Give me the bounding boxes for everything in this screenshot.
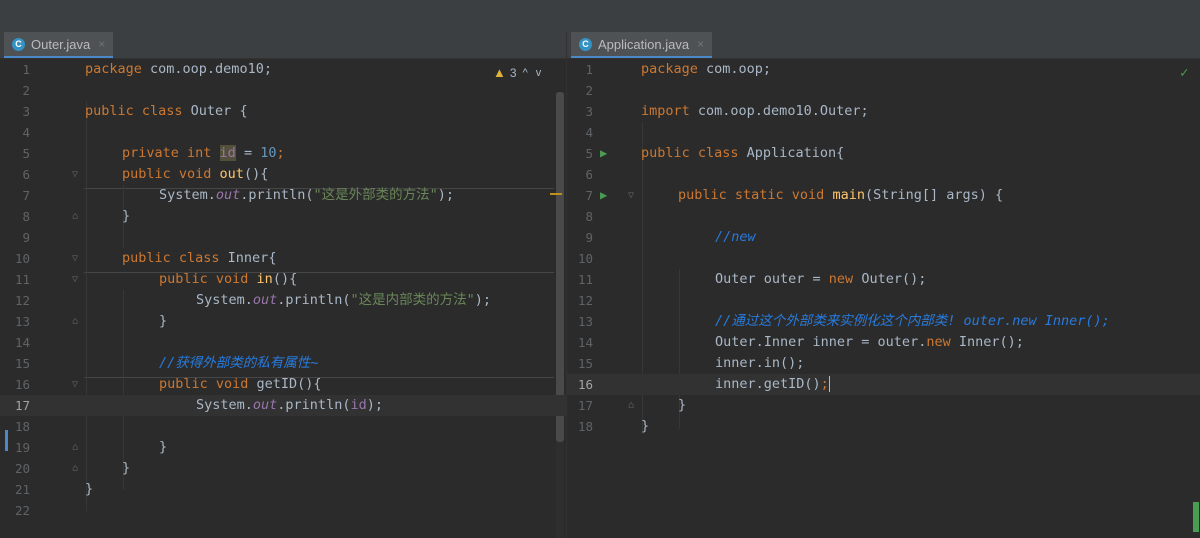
editor-pane-application[interactable]: C Application.java × ✓ 1 package com.oop;… [566,32,1200,538]
code-line: 18 [14,419,30,434]
code-line: 12 [577,293,593,308]
code-line: 3 import com.oop.demo10.Outer; [585,103,869,119]
fold-end-icon[interactable]: ⌂ [72,458,78,479]
code-line: 5 ▶ public class Application{ [567,143,1200,164]
code-editor[interactable]: 1 package com.oop; 2 3 import com.oop.demo… [567,59,1200,538]
fold-icon[interactable]: ▽ [72,164,78,185]
code-line: 16 ▽ public void getID(){ [0,374,566,395]
tab-application-java[interactable]: C Application.java × [571,32,713,58]
close-icon[interactable]: × [697,37,704,51]
java-class-icon: C [579,37,592,51]
code-line: 20 ⌂} [0,458,566,479]
fold-icon[interactable]: ▽ [72,374,78,395]
code-line: 7 System.out.println("这是外部类的方法"); [22,187,454,203]
code-line: 12 System.out.println("这是内部类的方法"); [14,292,491,308]
code-line: 14 [14,335,30,350]
code-line: 14 Outer.Inner inner = outer.new Inner(); [577,334,1024,350]
code-line: 8 ⌂} [0,206,566,227]
code-line: 9 [22,230,30,245]
tab-title: Outer.java [31,36,91,52]
code-line: 10 [577,251,593,266]
text-caret [828,376,830,392]
code-line: 13//通过这个外部类来实例化这个内部类! outer.new Inner(); [577,313,1110,329]
code-line-current: 16 inner.getID(); [567,374,1200,395]
code-line: 9//new [585,229,756,245]
close-icon[interactable]: × [98,37,105,51]
java-class-icon: C [12,37,25,51]
code-line: 15//获得外部类的私有属性~ [14,355,319,371]
code-line: 13 ⌂} [0,311,566,332]
ide-top-bar [0,0,1200,32]
code-line: 6 [585,167,593,182]
code-line: 1 package com.oop; [585,61,772,77]
code-line: 11 Outer outer = new Outer(); [577,271,927,287]
fold-icon[interactable]: ▽ [72,269,78,290]
tab-title: Application.java [598,36,690,52]
fold-end-icon[interactable]: ⌂ [72,437,78,458]
code-line: 21} [14,481,94,497]
fold-end-icon[interactable]: ⌂ [628,395,634,416]
editor-pane-outer[interactable]: C Outer.java × ▲ 3 ^ v 1 package com.oop.… [0,32,566,538]
code-line: 6 ▽ public void out(){ [0,164,566,185]
fold-icon[interactable]: ▽ [72,248,78,269]
code-line: 4 [585,125,593,140]
code-line: 2 [585,83,593,98]
editor-tab-bar: C Outer.java × [0,32,566,59]
code-line-current: 17 System.out.println(id); [0,395,566,416]
code-line: 19 ⌂} [0,437,566,458]
code-line: 11 ▽ public void in(){ [0,269,566,290]
code-line: 7 ▶ ▽ public static void main(String[] args… [567,185,1200,206]
code-line: 22 [14,503,30,518]
code-line: 18} [577,418,650,434]
editor-tab-bar: C Application.java × [567,32,1200,59]
code-line: 2 [22,83,30,98]
code-line: 8 [585,209,593,224]
fold-end-icon[interactable]: ⌂ [72,206,78,227]
code-line: 17 ⌂} [567,395,1200,416]
code-line: 15 inner.in(); [577,355,805,371]
run-icon[interactable]: ▶ [600,143,607,164]
code-line: 1 package com.oop.demo10; [22,61,272,77]
code-line: 5 private int id = 10; [22,145,285,161]
fold-icon[interactable]: ▽ [628,185,634,206]
run-icon[interactable]: ▶ [600,185,607,206]
code-line: 4 [22,125,30,140]
code-line: 10 ▽ public class Inner{ [0,248,566,269]
code-editor[interactable]: 1 package com.oop.demo10; 2 3 public class… [0,59,566,538]
code-line: 3 public class Outer { [22,103,248,119]
fold-end-icon[interactable]: ⌂ [72,311,78,332]
tab-outer-java[interactable]: C Outer.java × [4,32,114,58]
